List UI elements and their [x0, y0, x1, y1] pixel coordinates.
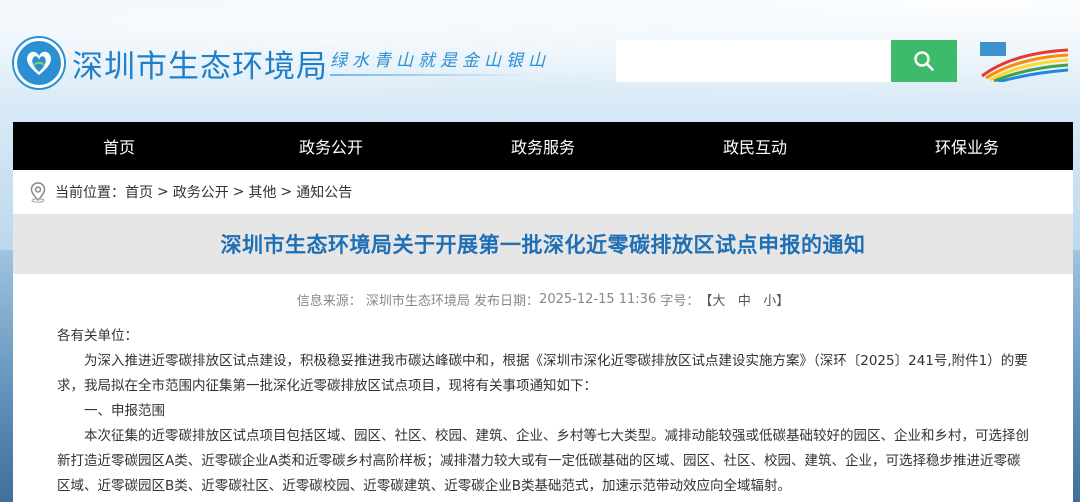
nav-item-gov-service[interactable]: 政务服务: [437, 122, 649, 170]
article-title-bar: 深圳市生态环境局关于开展第一批深化近零碳排放区试点申报的通知: [13, 214, 1073, 274]
breadcrumb-separator: >: [280, 184, 293, 200]
source-label: 信息来源：: [296, 293, 362, 309]
nav-item-gov-info[interactable]: 政务公开: [225, 122, 437, 170]
site-logo[interactable]: 深圳市生态环境局: [14, 38, 328, 88]
bracket-open: 【: [699, 293, 713, 309]
breadcrumb-label: 当前位置：: [55, 185, 125, 201]
article-title: 深圳市生态环境局关于开展第一批深化近零碳排放区试点申报的通知: [220, 233, 866, 257]
main-nav: 首页 政务公开 政务服务 政民互动 环保业务: [13, 122, 1073, 170]
breadcrumb-separator: >: [157, 184, 169, 200]
emblem-icon: [14, 38, 64, 88]
breadcrumb: 当前位置： 首页 > 政务公开 > 其他 > 通知公告: [13, 170, 1073, 214]
breadcrumb-notices[interactable]: 通知公告: [296, 182, 352, 202]
fontsize-small-button[interactable]: 小: [763, 290, 776, 309]
fontsize-large-button[interactable]: 大: [712, 290, 725, 309]
slogan: 绿水青山就是金山银山: [330, 51, 550, 71]
breadcrumb-home[interactable]: 首页: [125, 182, 153, 202]
breadcrumb-other[interactable]: 其他: [248, 182, 276, 202]
nav-item-home[interactable]: 首页: [13, 122, 225, 170]
fontsize-label: 字号：: [660, 293, 700, 309]
section-heading: 一、申报范围: [84, 403, 165, 419]
search-button[interactable]: [891, 40, 957, 82]
salutation: 各有关单位：: [57, 328, 138, 344]
content-panel: 当前位置： 首页 > 政务公开 > 其他 > 通知公告 深圳市生态环境局关于开展…: [13, 170, 1073, 502]
paragraph-intro: 为深入推进近零碳排放区试点建设，积极稳妥推进我市碳达峰碳中和，根据《深圳市深化近…: [57, 353, 1028, 394]
source-value: 深圳市生态环境局: [365, 293, 470, 309]
slogan-underline: [330, 74, 530, 76]
search-input[interactable]: [616, 40, 892, 82]
bracket-close: 】: [776, 293, 790, 309]
search-icon: [914, 51, 934, 71]
date-value: 2025-12-15 11:36: [539, 291, 657, 307]
shenzhen-city-logo: [978, 40, 1072, 84]
fontsize-medium-button[interactable]: 中: [738, 290, 751, 309]
article-body: 各有关单位： 为深入推进近零碳排放区试点建设，积极稳妥推进我市碳达峰碳中和，根据…: [13, 324, 1073, 499]
location-pin-icon: [27, 181, 49, 203]
nav-item-interaction[interactable]: 政民互动: [649, 122, 861, 170]
nav-item-env-business[interactable]: 环保业务: [861, 122, 1073, 170]
breadcrumb-gov-info[interactable]: 政务公开: [173, 182, 229, 202]
city-skyline-left: [0, 250, 14, 502]
date-label: 发布日期：: [474, 293, 540, 309]
breadcrumb-separator: >: [232, 184, 245, 200]
article-meta: 信息来源： 深圳市生态环境局 发布日期： 2025-12-15 11:36 字号…: [13, 274, 1073, 324]
site-title: 深圳市生态环境局: [72, 48, 328, 85]
paragraph-scope: 本次征集的近零碳排放区试点项目包括区域、园区、社区、校园、建筑、企业、乡村等七大…: [57, 428, 1029, 494]
